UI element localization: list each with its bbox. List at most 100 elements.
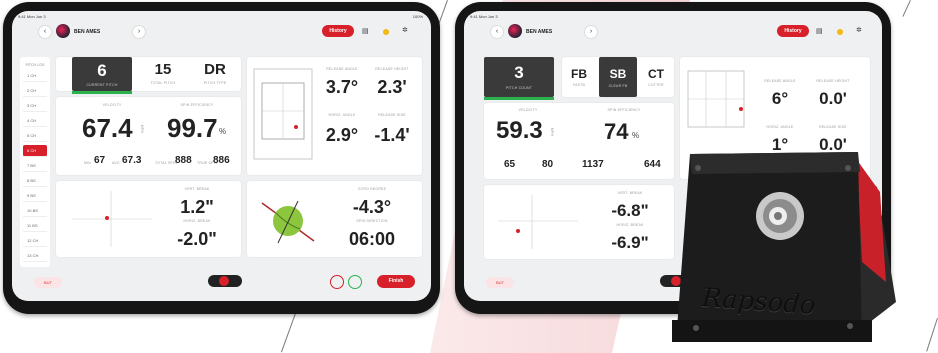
tab-ct-sub: CUTTER: [648, 83, 664, 87]
spin-efficiency-label: SPIN EFFICIENCY: [180, 103, 214, 107]
pitch-list-item[interactable]: 7 BS: [23, 160, 47, 172]
pitch-list-item-active[interactable]: 6 CH: [23, 145, 47, 157]
release-side-label: RELEASE SIDE: [819, 125, 847, 129]
release-height-value: 2.3': [377, 77, 407, 97]
history-button[interactable]: History: [777, 25, 809, 37]
tab-sb: SB: [609, 67, 627, 81]
tab-sb-active[interactable]: SB CLEAR FB: [599, 57, 637, 97]
pitch-log-title: PITCH LOG: [25, 63, 45, 67]
spin-efficiency-unit: %: [632, 131, 640, 140]
velocity-max-value: 80: [542, 159, 554, 170]
avatar[interactable]: [508, 24, 522, 38]
total-pitch-value: 15: [154, 61, 172, 78]
velocity-label: VELOCITY: [102, 103, 122, 107]
pitch-list-item[interactable]: 13 CH: [23, 250, 47, 262]
current-pitch-label: CURRENT PITCH: [86, 83, 118, 87]
vert-break-value: -6.8": [611, 201, 649, 220]
pitch-list-item[interactable]: 1 CH: [23, 70, 47, 82]
total-spin-label: TOTAL SPIN: [155, 161, 177, 165]
release-side-label: RELEASE SIDE: [378, 113, 406, 117]
current-pitch-box[interactable]: 6 CURRENT PITCH: [72, 57, 132, 91]
tab-sb-sub: CLEAR FB: [608, 84, 628, 88]
pitch-list-item[interactable]: 9 BS: [23, 190, 47, 202]
velocity-value: 67.4: [82, 113, 133, 143]
true-spin-value: 644: [644, 159, 661, 170]
record-toggle-icon[interactable]: [208, 275, 242, 287]
player-dropdown-icon[interactable]: ›: [132, 25, 146, 39]
spin-efficiency-unit: %: [219, 127, 227, 136]
back-chevron-icon[interactable]: ‹: [490, 25, 504, 39]
spin-direction-label: SPIN DIRECTION: [356, 219, 388, 223]
status-time: 9:41 Mon Jun 3: [18, 14, 46, 19]
horiz-angle-label: HORIZ. ANGLE: [766, 125, 794, 129]
pitch-list-item[interactable]: 5 CH: [23, 130, 47, 142]
total-pitch-label: TOTAL PITCH: [150, 81, 176, 85]
document-icon[interactable]: ▤: [816, 27, 823, 35]
status-battery: 100%: [412, 14, 423, 19]
break-plot: [498, 195, 578, 249]
player-name: BEN AMES: [526, 29, 553, 35]
bottom-left-dropdown[interactable]: BUT: [486, 277, 514, 288]
release-height-label: RELEASE HEIGHT: [375, 67, 409, 71]
bottom-left-dropdown[interactable]: BUT: [34, 277, 62, 288]
gear-icon[interactable]: ✲: [402, 26, 408, 34]
total-spin-value: 1137: [582, 159, 604, 170]
pitch-list-item[interactable]: 3 CH: [23, 100, 47, 112]
strike-zone-chart: [687, 70, 745, 128]
pitch-list-item[interactable]: 2 CH: [23, 85, 47, 97]
tab-fb-sub: FASTB: [572, 83, 586, 87]
velocity-unit: MPH: [140, 124, 145, 134]
spin-axis-ball: [261, 200, 315, 244]
background-divider-line: [902, 0, 911, 17]
back-chevron-icon[interactable]: ‹: [38, 25, 52, 39]
status-dot-icon: [383, 29, 389, 35]
history-button[interactable]: History: [322, 25, 354, 37]
pitch-count-box[interactable]: 3 PITCH COUNT: [484, 57, 554, 97]
pitch-list-item[interactable]: 12 CH: [23, 235, 47, 247]
vert-break-label: VERT. BREAK: [184, 187, 210, 191]
velocity-min-value: 65: [504, 159, 516, 170]
release-side-value: -1.4': [374, 125, 410, 145]
gear-icon[interactable]: ✲: [856, 26, 862, 34]
finish-button[interactable]: Finish: [377, 275, 415, 288]
release-height-value: 0.0': [819, 89, 847, 108]
left-screen: 9:41 Mon Jun 3 100% ‹ BEN AMES › History…: [12, 11, 431, 301]
velocity-label: VELOCITY: [518, 108, 538, 112]
compare-icon[interactable]: [330, 275, 344, 289]
pitch-type-label: PITCH TYPE: [203, 81, 227, 85]
player-dropdown-icon[interactable]: ›: [584, 25, 598, 39]
pitch-list-item[interactable]: 10 BS: [23, 205, 47, 217]
spin-efficiency-value: 99.7: [167, 113, 218, 143]
true-spin-value: 886: [213, 155, 230, 166]
status-time: 9:41 Mon Jun 3: [470, 14, 498, 19]
current-pitch-indicator: [72, 91, 132, 94]
left-tablet: 9:41 Mon Jun 3 100% ‹ BEN AMES › History…: [3, 2, 440, 314]
background-divider-line: [926, 318, 938, 352]
vert-break-value: 1.2": [180, 197, 214, 217]
avatar[interactable]: [56, 24, 70, 38]
strike-zone-chart: [253, 68, 313, 160]
release-angle-value: 3.7°: [325, 77, 359, 97]
spin-direction-value: 06:00: [348, 229, 396, 249]
pitch-count-label: PITCH COUNT: [505, 86, 533, 90]
tab-fb[interactable]: FB: [562, 67, 596, 81]
horiz-break-value: -2.0": [177, 229, 217, 249]
document-icon[interactable]: ▤: [362, 27, 369, 35]
top-bar: ‹ BEN AMES › History ▤ ✲: [464, 21, 882, 43]
pitch-count-value: 3: [514, 63, 524, 82]
player-name: BEN AMES: [74, 29, 101, 35]
spin-efficiency-label: SPIN EFFICIENCY: [607, 108, 641, 112]
pitch-list-item[interactable]: 11 BS: [23, 220, 47, 232]
release-angle-label: RELEASE ANGLE: [764, 79, 796, 83]
velocity-avg-value: 67.3: [122, 155, 142, 166]
horiz-break-label: HORIZ. BREAK: [183, 219, 211, 223]
horiz-angle-value: 2.9°: [325, 125, 359, 145]
pitch-log-sidebar: PITCH LOG 1 CH 2 CH 3 CH 4 CH 5 CH 6 CH …: [20, 57, 50, 267]
pitch-list-item[interactable]: 4 CH: [23, 115, 47, 127]
vert-break-label: VERT. BREAK: [617, 191, 643, 195]
tab-ct[interactable]: CT: [639, 67, 673, 81]
group-icon[interactable]: [348, 275, 362, 289]
horiz-break-value: -6.9": [611, 233, 649, 252]
status-dot-icon: [837, 29, 843, 35]
pitch-list-item[interactable]: 8 BS: [23, 175, 47, 187]
